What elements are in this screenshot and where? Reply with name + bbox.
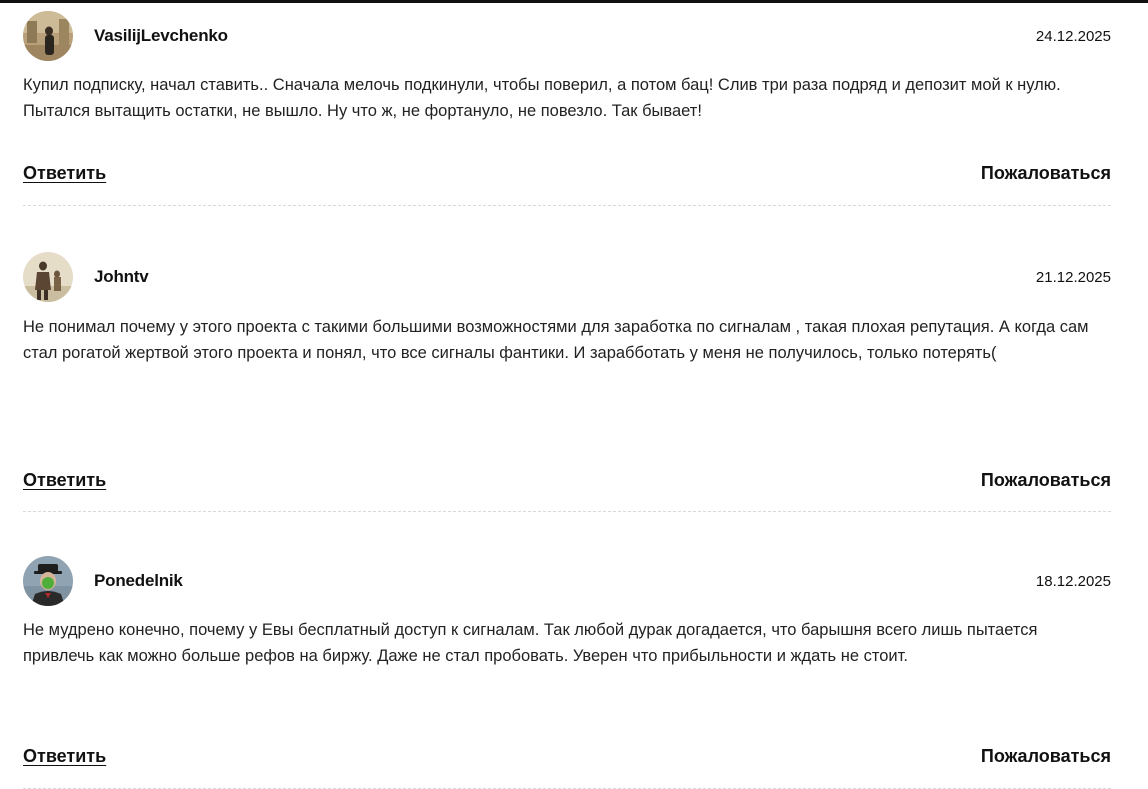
avatar	[23, 252, 73, 302]
reply-link[interactable]: Ответить	[23, 470, 106, 491]
author-name[interactable]: Johntv	[94, 267, 149, 287]
person-photo-avatar-icon	[23, 11, 73, 61]
figure-photo-avatar-icon	[23, 252, 73, 302]
comment-date: 24.12.2025	[1035, 27, 1111, 45]
author-name[interactable]: Ponedelnik	[94, 571, 183, 591]
comment-actions: Ответить Пожаловаться	[23, 744, 1111, 768]
report-link[interactable]: Пожаловаться	[981, 470, 1111, 491]
comment-item: Ponedelnik 18.12.2025 Не мудрено конечно…	[23, 552, 1111, 789]
comment-item: Johntv 21.12.2025 Не понимал почему у эт…	[23, 248, 1111, 512]
reply-link[interactable]: Ответить	[23, 163, 106, 184]
author-name[interactable]: VasilijLevchenko	[94, 26, 228, 46]
comment-actions: Ответить Пожаловаться	[23, 468, 1111, 492]
comment-date: 18.12.2025	[1035, 572, 1111, 590]
comment-header: VasilijLevchenko 24.12.2025	[23, 7, 1111, 65]
avatar	[23, 556, 73, 606]
comments-list: VasilijLevchenko 24.12.2025 Купил подпис…	[23, 3, 1111, 789]
comment-header: Ponedelnik 18.12.2025	[23, 552, 1111, 610]
comment-text: Купил подписку, начал ставить.. Сначала …	[23, 76, 1061, 120]
comment-text: Не понимал почему у этого проекта с таки…	[23, 318, 1089, 362]
man-with-apple-avatar-icon	[23, 556, 73, 606]
report-link[interactable]: Пожаловаться	[981, 746, 1111, 767]
comment-text: Не мудрено конечно, почему у Евы бесплат…	[23, 621, 1038, 665]
comment-date: 21.12.2025	[1035, 268, 1111, 286]
avatar	[23, 11, 73, 61]
reply-link[interactable]: Ответить	[23, 746, 106, 767]
comment-item: VasilijLevchenko 24.12.2025 Купил подпис…	[23, 7, 1111, 206]
report-link[interactable]: Пожаловаться	[981, 163, 1111, 184]
comment-actions: Ответить Пожаловаться	[23, 161, 1111, 185]
comment-header: Johntv 21.12.2025	[23, 248, 1111, 306]
